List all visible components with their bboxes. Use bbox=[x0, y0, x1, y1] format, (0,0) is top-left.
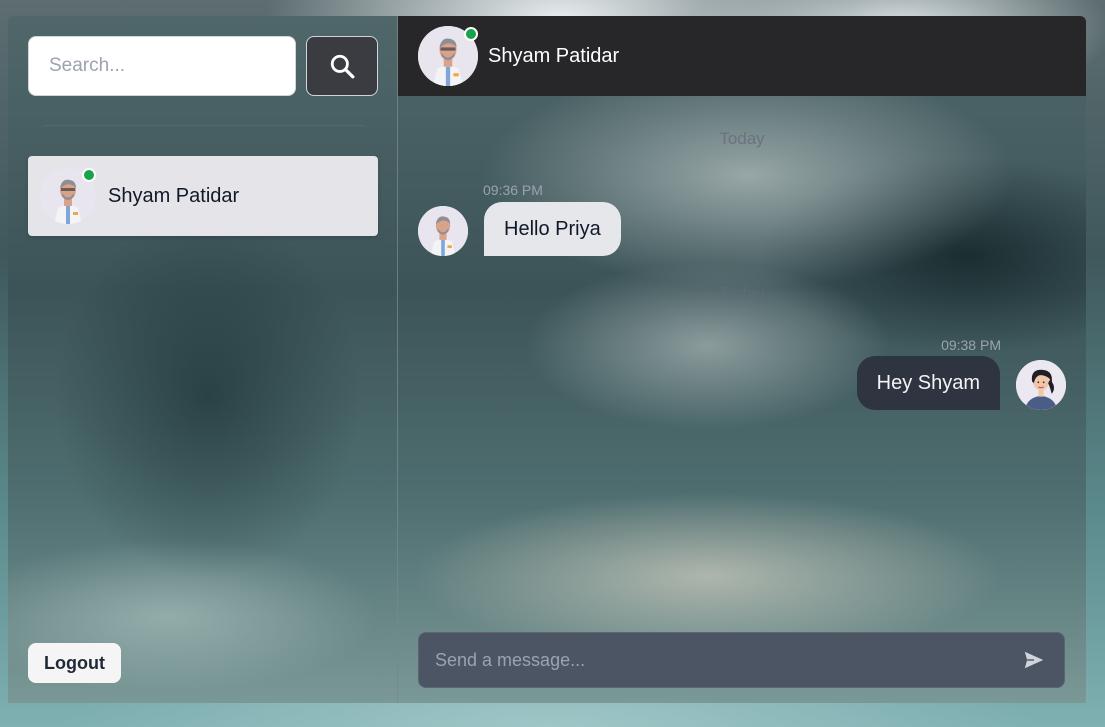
search-icon bbox=[330, 54, 355, 79]
send-button[interactable] bbox=[1012, 638, 1056, 682]
avatar bbox=[40, 168, 96, 224]
send-icon bbox=[1024, 651, 1044, 669]
message-timestamp: 09:36 PM bbox=[483, 182, 543, 198]
chat-header: Shyam Patidar bbox=[398, 16, 1086, 96]
incoming-message: Hello Priya bbox=[418, 202, 621, 256]
online-status-dot bbox=[464, 27, 478, 41]
conversation-name: Shyam Patidar bbox=[108, 184, 240, 207]
message-bubble: Hello Priya bbox=[484, 202, 621, 256]
chat-panel: Shyam Patidar Today 09:36 PM Hello Priya… bbox=[398, 16, 1086, 703]
day-divider: Today bbox=[719, 284, 765, 303]
chat-header-name: Shyam Patidar bbox=[488, 44, 620, 67]
sidebar-divider bbox=[43, 125, 365, 126]
female-avatar-icon bbox=[1016, 360, 1066, 410]
search-bar bbox=[28, 36, 378, 96]
logout-button[interactable]: Logout bbox=[28, 643, 121, 683]
search-button[interactable] bbox=[306, 36, 378, 96]
online-status-dot bbox=[82, 168, 96, 182]
outgoing-message: Hey Shyam bbox=[856, 356, 1066, 410]
search-input[interactable] bbox=[28, 36, 296, 96]
message-timestamp: 09:38 PM bbox=[941, 337, 1001, 353]
message-input[interactable] bbox=[419, 633, 1012, 687]
day-divider: Today bbox=[719, 129, 765, 148]
male-avatar-icon bbox=[418, 206, 468, 256]
message-bubble: Hey Shyam bbox=[856, 356, 1000, 410]
message-composer bbox=[418, 632, 1065, 688]
sidebar: Shyam Patidar Logout bbox=[8, 16, 398, 703]
chat-app: Shyam Patidar Logout Shyam Patid bbox=[8, 16, 1086, 703]
conversation-item[interactable]: Shyam Patidar bbox=[28, 156, 378, 236]
header-avatar bbox=[418, 26, 478, 86]
